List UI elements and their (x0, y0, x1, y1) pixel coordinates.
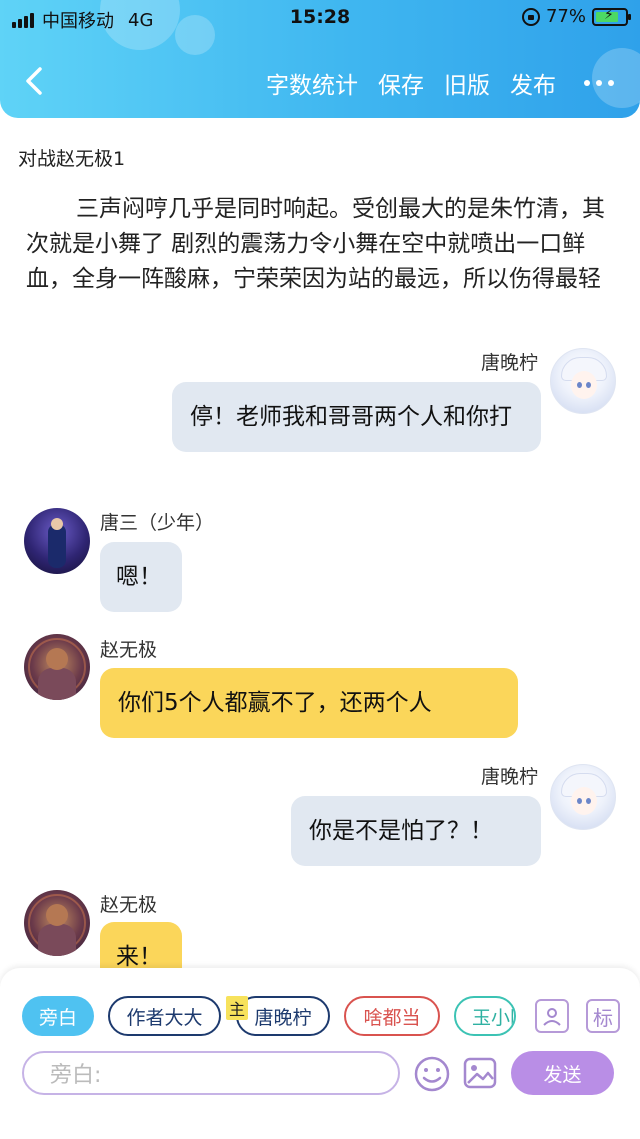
speaker-name: 赵无极 (100, 639, 158, 661)
word-count-button[interactable]: 字数统计 (266, 66, 358, 100)
battery-percent: 77% (545, 6, 586, 27)
tag-button[interactable]: 标 (586, 999, 620, 1033)
speaker-name: 唐晚柠 (480, 766, 538, 788)
avatar[interactable] (24, 890, 90, 956)
rotation-lock-icon (521, 7, 540, 26)
role-chip-yu-xiaogang[interactable]: 玉小刚 (454, 996, 516, 1036)
chapter-title: 对战赵无极1 (18, 148, 126, 170)
add-character-icon[interactable] (535, 999, 569, 1033)
old-version-button[interactable]: 旧版 (444, 66, 490, 100)
message-input[interactable]: 旁白: (22, 1051, 400, 1095)
header-bar: 中国移动 4G 15:28 77% ⚡ 字数统计 保存 旧版 发布 (0, 0, 640, 118)
message-bubble[interactable]: 你们5个人都赢不了，还两个人 (100, 668, 518, 738)
main-role-badge: 主 (226, 996, 248, 1020)
avatar[interactable] (550, 764, 616, 830)
emoji-icon[interactable] (413, 1055, 451, 1093)
save-button[interactable]: 保存 (378, 66, 424, 100)
send-button[interactable]: 发送 (511, 1051, 614, 1095)
message-bubble[interactable]: 嗯！ (100, 542, 182, 612)
navigation-bar: 字数统计 保存 旧版 发布 (0, 58, 640, 110)
publish-button[interactable]: 发布 (510, 66, 556, 100)
message-bubble[interactable]: 你是不是怕了？！ (291, 796, 541, 866)
charging-bolt-icon: ⚡ (604, 6, 614, 23)
more-icon[interactable] (584, 80, 614, 86)
person-icon (543, 1008, 561, 1026)
role-chip-author[interactable]: 作者大大 (108, 996, 221, 1036)
role-chip-narrator[interactable]: 旁白 (22, 996, 94, 1036)
speaker-name: 赵无极 (100, 894, 158, 916)
avatar[interactable] (550, 348, 616, 414)
role-chip-anyone[interactable]: 啥都当 (344, 996, 440, 1036)
message-bubble[interactable]: 停！老师我和哥哥两个人和你打 (172, 382, 541, 452)
speaker-name: 唐晚柠 (480, 352, 538, 374)
image-icon[interactable] (462, 1055, 498, 1091)
narration-text[interactable]: 三声闷哼几乎是同时响起。受创最大的是朱竹清，其次就是小舞了 剧烈的震荡力令小舞在… (26, 192, 616, 297)
speaker-name: 唐三（少年） (100, 512, 215, 534)
avatar[interactable] (24, 634, 90, 700)
back-icon[interactable] (22, 66, 48, 96)
battery-icon: ⚡ (592, 6, 631, 26)
role-chip-tang-wanning[interactable]: 唐晚柠 (236, 996, 330, 1036)
input-placeholder: 旁白: (50, 1063, 102, 1088)
avatar[interactable] (24, 508, 90, 574)
status-bar: 中国移动 4G 15:28 77% ⚡ (0, 0, 640, 36)
